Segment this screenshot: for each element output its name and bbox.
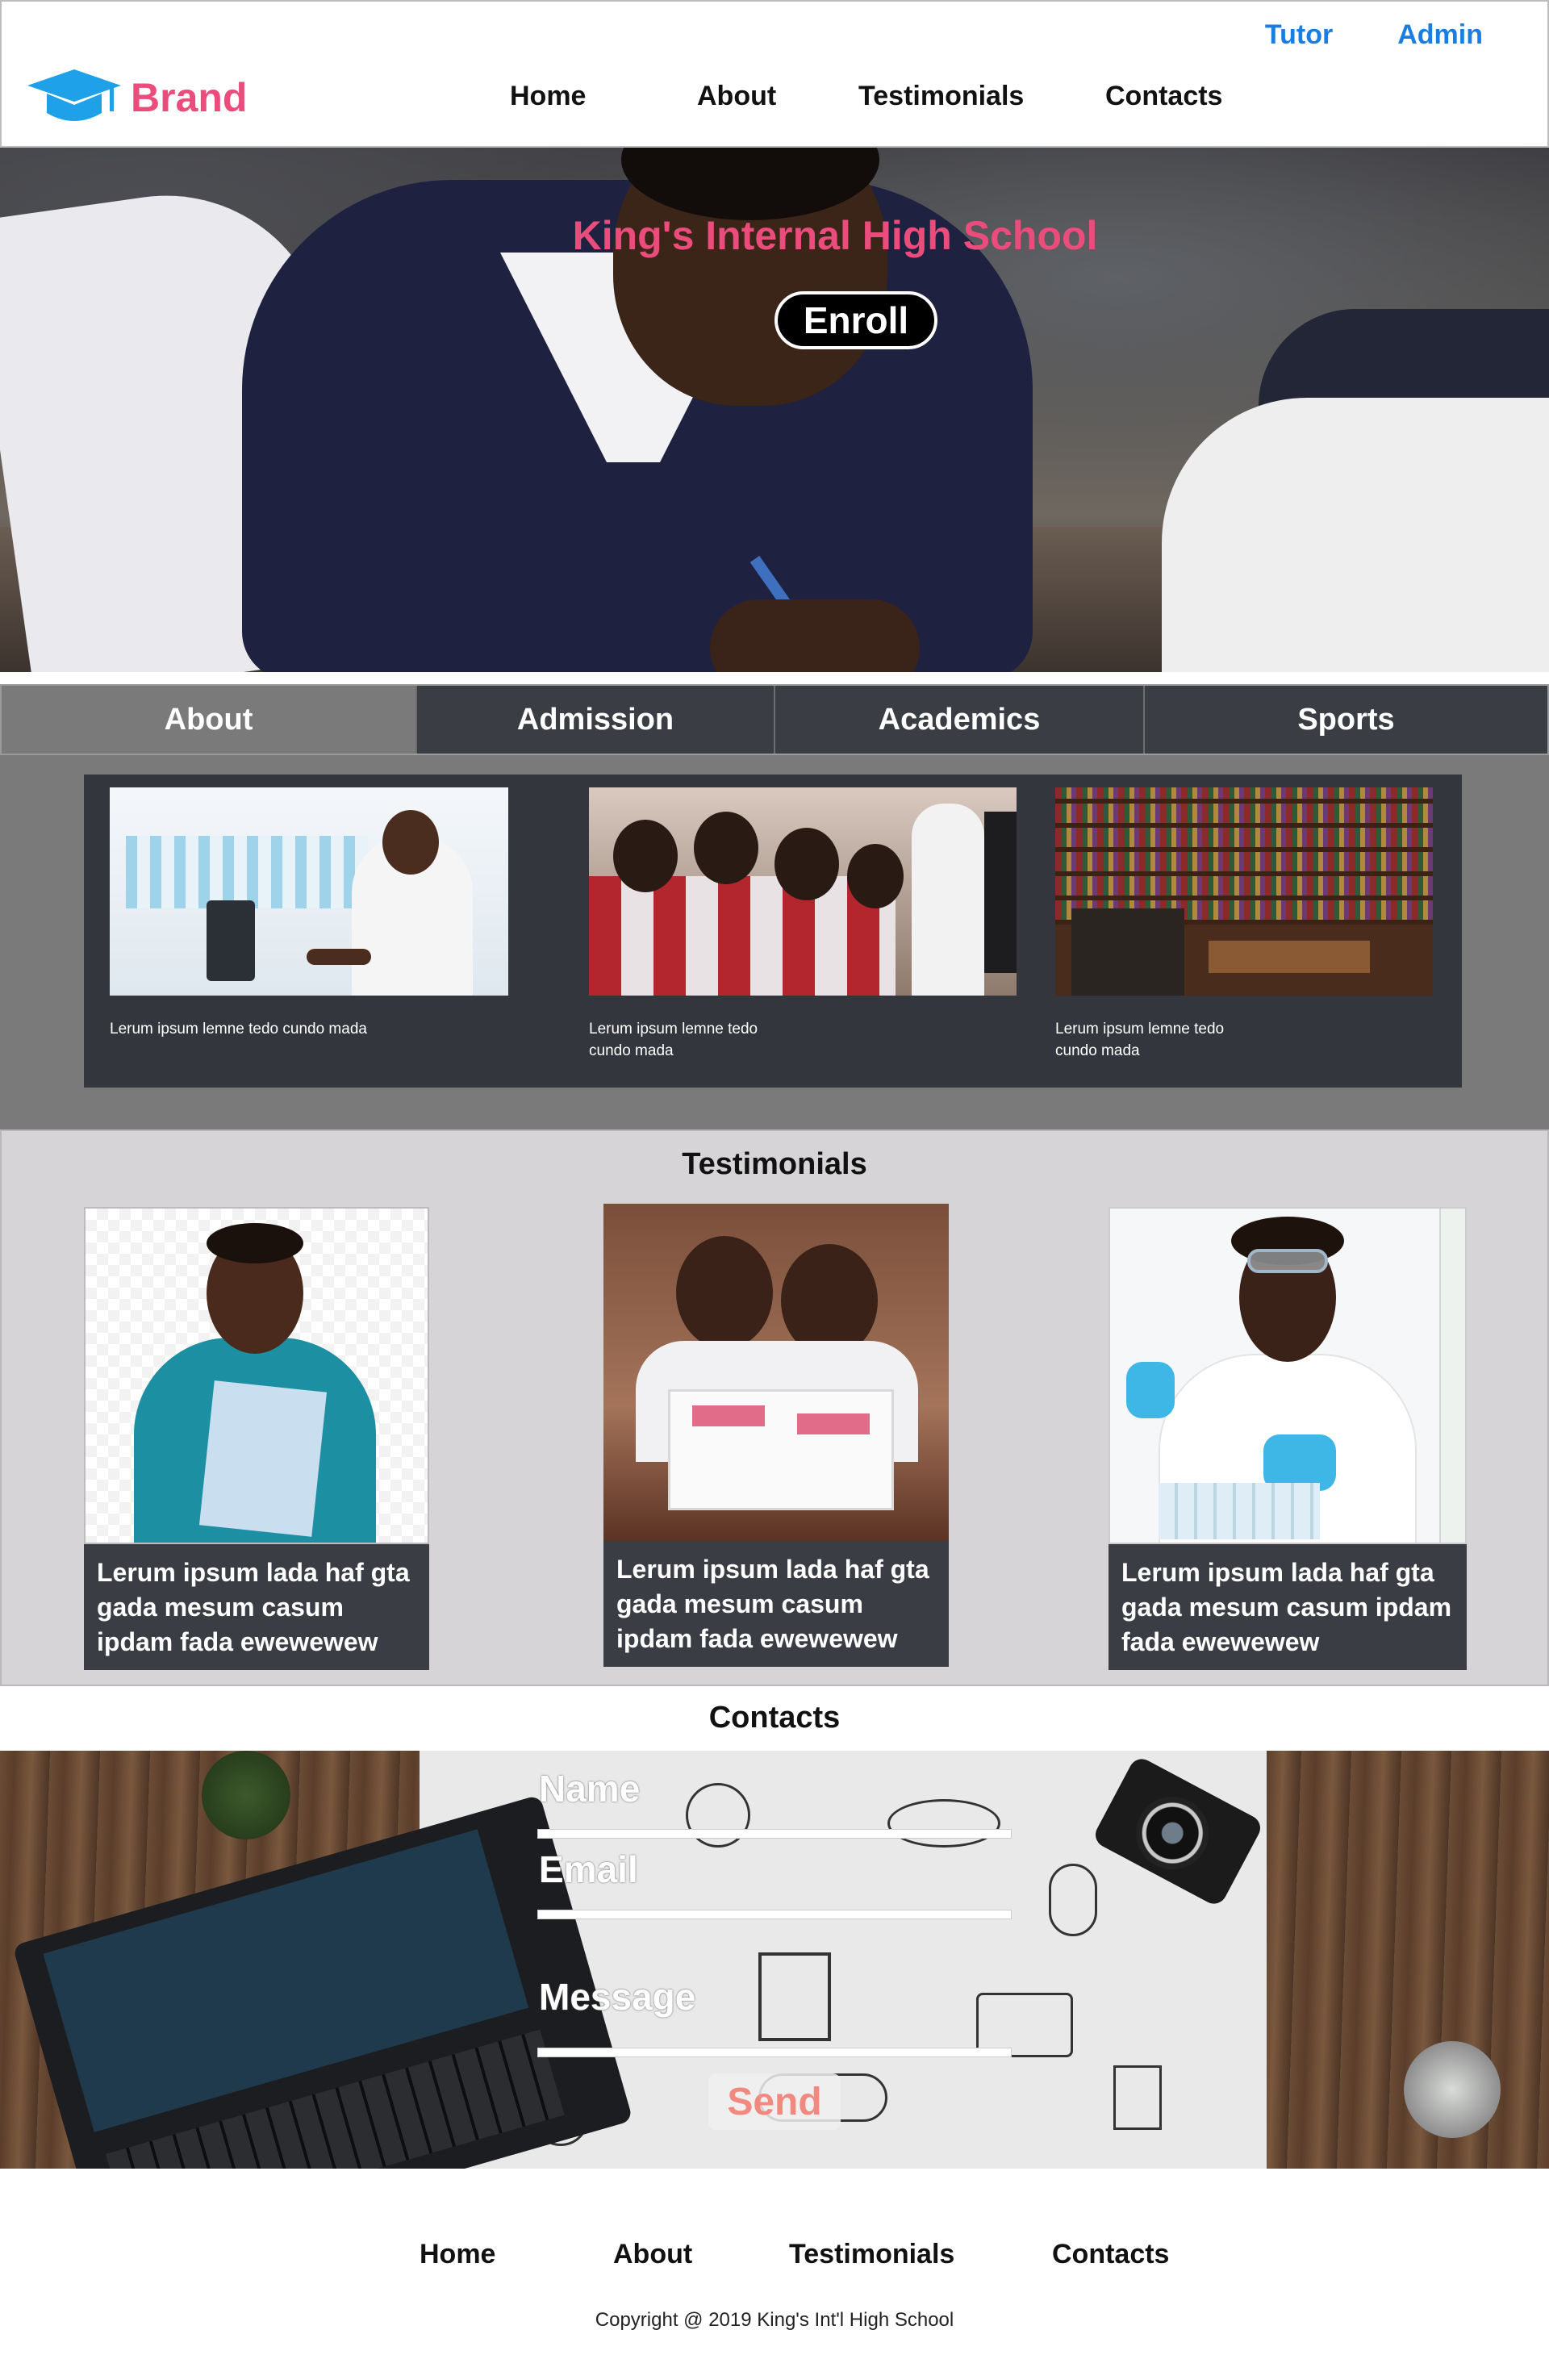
- about-card[interactable]: Lerum ipsum lemne tedo cundo mada: [1055, 787, 1433, 1062]
- nav-about[interactable]: About: [697, 81, 858, 112]
- tab-panel-about: Lerum ipsum lemne tedo cundo mada Lerum …: [0, 755, 1549, 1129]
- card-caption: Lerum ipsum lemne tedo cundo mada: [1055, 1021, 1225, 1059]
- nav-contacts[interactable]: Contacts: [1105, 81, 1222, 112]
- testimonial-card: Lerum ipsum lada haf gta gada mesum casu…: [84, 1207, 429, 1670]
- hero-second-shirt: [1162, 398, 1549, 672]
- admin-link[interactable]: Admin: [1397, 19, 1483, 51]
- message-label: Message: [539, 1976, 696, 2018]
- top-links: Tutor Admin: [1265, 19, 1483, 51]
- footer-contacts[interactable]: Contacts: [1052, 2239, 1169, 2270]
- about-card[interactable]: Lerum ipsum lemne tedo cundo mada: [589, 787, 1017, 1062]
- tutor-link[interactable]: Tutor: [1265, 19, 1333, 51]
- hero-hand: [710, 599, 920, 672]
- email-label: Email: [539, 1848, 638, 1890]
- girls-reading-image: [603, 1204, 949, 1541]
- library-image: [1055, 787, 1433, 996]
- testimonial-quote: Lerum ipsum lada haf gta gada mesum casu…: [1109, 1544, 1467, 1670]
- contacts-title: Contacts: [708, 1701, 841, 1735]
- site-header: Brand Tutor Admin Home About Testimonial…: [0, 0, 1549, 148]
- testimonial-quote: Lerum ipsum lada haf gta gada mesum casu…: [84, 1544, 429, 1670]
- copyright-text: Copyright @ 2019 King's Int'l High Schoo…: [595, 2309, 954, 2331]
- footer-about[interactable]: About: [613, 2239, 789, 2270]
- main-nav: Home About Testimonials Contacts: [510, 81, 1222, 112]
- tab-about[interactable]: About: [2, 686, 417, 754]
- school-title: King's Internal High School: [572, 213, 1098, 258]
- info-tabs: About Admission Academics Sports: [0, 684, 1549, 755]
- nav-testimonials[interactable]: Testimonials: [858, 81, 1105, 112]
- student-with-book-image: [84, 1207, 429, 1544]
- footer-home[interactable]: Home: [420, 2239, 613, 2270]
- send-button[interactable]: Send: [708, 2073, 841, 2130]
- testimonials-title: Testimonials: [682, 1147, 867, 1181]
- footer-nav: Home About Testimonials Contacts: [420, 2239, 1169, 2270]
- brand-logo[interactable]: Brand: [26, 66, 247, 129]
- about-card[interactable]: Lerum ipsum lemne tedo cundo mada: [110, 787, 508, 1040]
- testimonial-card: Lerum ipsum lada haf gta gada mesum casu…: [1109, 1207, 1467, 1670]
- testimonial-card: Lerum ipsum lada haf gta gada mesum casu…: [603, 1204, 949, 1667]
- lab-student-image: [110, 787, 508, 996]
- tab-academics[interactable]: Academics: [775, 686, 1145, 754]
- name-field[interactable]: [537, 1829, 1012, 1839]
- classroom-students-image: [589, 787, 1017, 996]
- name-label: Name: [539, 1768, 641, 1810]
- card-caption: Lerum ipsum lemne tedo cundo mada: [589, 1021, 758, 1059]
- email-field[interactable]: [537, 1910, 1012, 1919]
- plant-decoration: [202, 1751, 290, 1839]
- message-field[interactable]: [537, 2048, 1012, 2057]
- brand-name: Brand: [131, 75, 248, 120]
- nav-home[interactable]: Home: [510, 81, 697, 112]
- scientist-student-image: [1109, 1207, 1467, 1544]
- glass-decoration: [1404, 2041, 1501, 2138]
- testimonial-quote: Lerum ipsum lada haf gta gada mesum casu…: [603, 1541, 949, 1667]
- about-cards: Lerum ipsum lemne tedo cundo mada Lerum …: [84, 775, 1462, 1088]
- contact-form-section: Name Email Message Send: [0, 1751, 1549, 2169]
- tab-sports[interactable]: Sports: [1145, 686, 1547, 754]
- card-caption: Lerum ipsum lemne tedo cundo mada: [110, 1021, 367, 1038]
- hero-banner: King's Internal High School Enroll: [0, 148, 1549, 672]
- footer-testimonials[interactable]: Testimonials: [789, 2239, 1052, 2270]
- graduation-cap-icon: [26, 66, 123, 129]
- testimonials-section: Testimonials Lerum ipsum lada haf gta ga…: [0, 1129, 1549, 1686]
- enroll-button[interactable]: Enroll: [774, 291, 937, 349]
- tab-admission[interactable]: Admission: [417, 686, 775, 754]
